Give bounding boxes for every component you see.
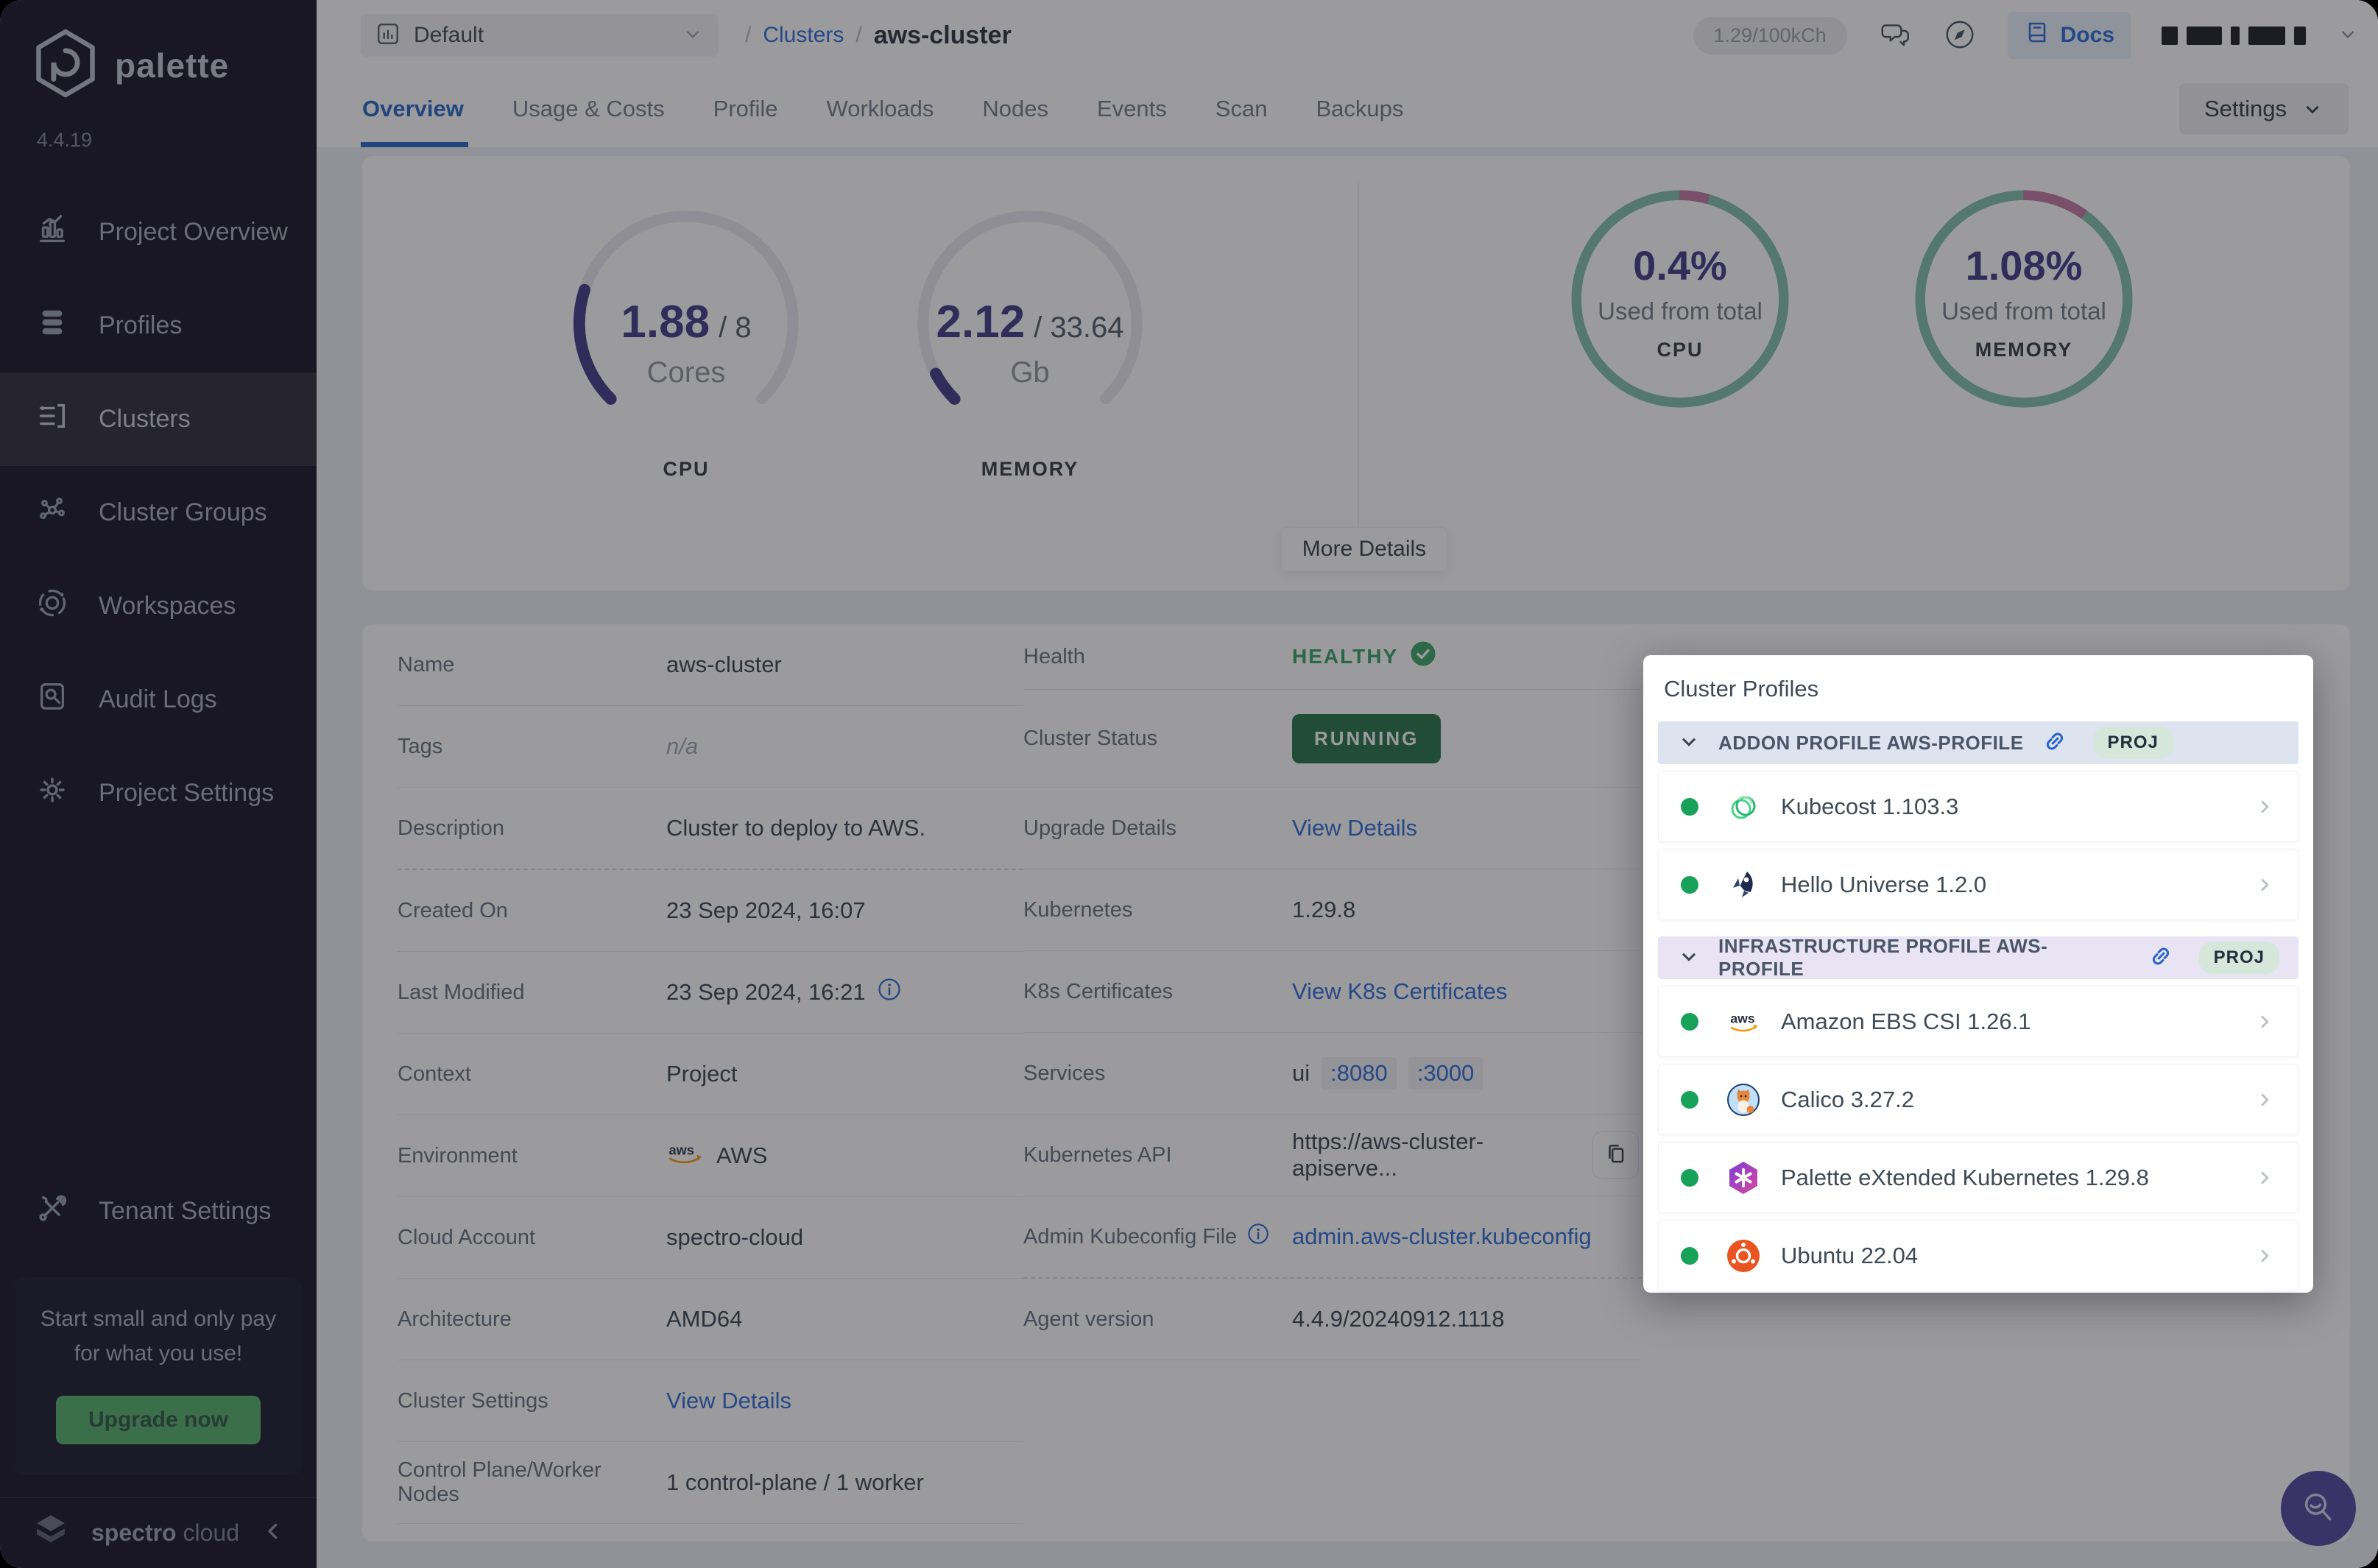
palette-k8s-icon — [1725, 1159, 1762, 1196]
profile-layer-name: Kubecost 1.103.3 — [1781, 794, 1958, 820]
app-window: palette 4.4.19 Project Overview Profiles… — [0, 0, 2378, 1568]
section-header-label: ADDON PROFILE AWS-PROFILE — [1718, 732, 2024, 755]
ubuntu-icon — [1725, 1237, 1762, 1274]
chevron-right-icon — [2254, 1167, 2276, 1189]
kubecost-icon — [1725, 788, 1762, 825]
project-scope-badge: PROJ — [2199, 942, 2279, 974]
chevron-right-icon — [2254, 874, 2276, 896]
chevron-right-icon — [2254, 1089, 2276, 1111]
section-header-label: INFRASTRUCTURE PROFILE AWS-PROFILE — [1718, 935, 2130, 981]
status-dot-icon — [1681, 1013, 1698, 1031]
profile-layer-name: Calico 3.27.2 — [1781, 1087, 1914, 1113]
hello-universe-icon — [1725, 866, 1762, 903]
status-dot-icon — [1681, 876, 1698, 894]
status-dot-icon — [1681, 798, 1698, 816]
profile-layer-name: Hello Universe 1.2.0 — [1781, 872, 1986, 898]
chevron-right-icon — [2254, 1011, 2276, 1033]
profile-layer-row-calico[interactable]: Calico 3.27.2 — [1658, 1064, 2298, 1135]
link-icon[interactable] — [2148, 943, 2174, 973]
chevron-down-icon — [1677, 730, 1701, 757]
project-scope-badge: PROJ — [2093, 727, 2173, 759]
status-dot-icon — [1681, 1247, 1698, 1265]
profile-layer-row-palette-extended-kubernetes[interactable]: Palette eXtended Kubernetes 1.29.8 — [1658, 1142, 2298, 1213]
profile-layer-row-amazon-ebs-csi[interactable]: aws Amazon EBS CSI 1.26.1 — [1658, 986, 2298, 1057]
popup-title: Cluster Profiles — [1664, 676, 2298, 702]
infrastructure-profile-section-header[interactable]: INFRASTRUCTURE PROFILE AWS-PROFILE PROJ — [1658, 936, 2298, 979]
chevron-down-icon — [1677, 944, 1701, 972]
profile-layer-row-hello-universe[interactable]: Hello Universe 1.2.0 — [1658, 849, 2298, 920]
addon-profile-section-header[interactable]: ADDON PROFILE AWS-PROFILE PROJ — [1658, 721, 2298, 764]
calico-icon — [1725, 1081, 1762, 1118]
link-icon[interactable] — [2042, 728, 2068, 758]
profile-layer-name: Palette eXtended Kubernetes 1.29.8 — [1781, 1165, 2149, 1191]
profile-layer-row-kubecost[interactable]: Kubecost 1.103.3 — [1658, 771, 2298, 842]
cluster-profiles-popup: Cluster Profiles ADDON PROFILE AWS-PROFI… — [1643, 655, 2313, 1293]
profile-layer-name: Ubuntu 22.04 — [1781, 1243, 1918, 1269]
profile-layer-row-ubuntu[interactable]: Ubuntu 22.04 — [1658, 1220, 2298, 1291]
status-dot-icon — [1681, 1169, 1698, 1187]
aws-logo-icon: aws — [1725, 1003, 1762, 1040]
svg-text:aws: aws — [1730, 1011, 1754, 1025]
chevron-right-icon — [2254, 796, 2276, 818]
chevron-right-icon — [2254, 1245, 2276, 1267]
status-dot-icon — [1681, 1091, 1698, 1109]
profile-layer-name: Amazon EBS CSI 1.26.1 — [1781, 1009, 2031, 1035]
